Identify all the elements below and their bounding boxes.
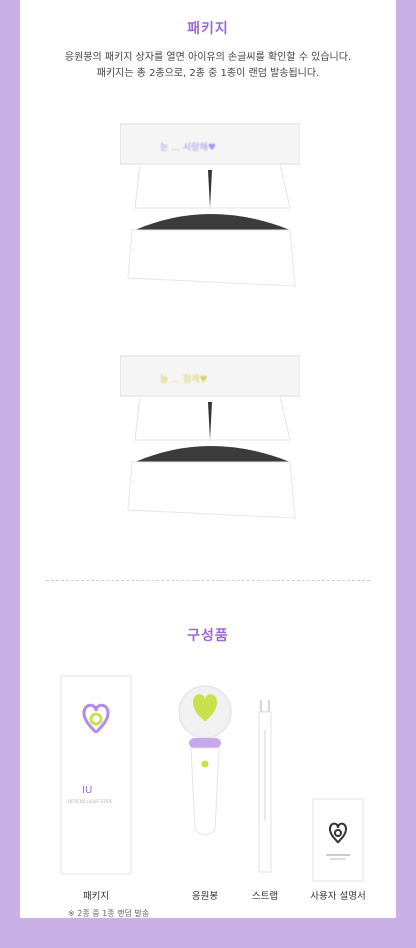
random-shipping-note: ※ 2종 중 1종 랜덤 발송 <box>68 909 150 918</box>
package-open-illustration-1: 눈 … 사랑해♥ <box>120 123 300 287</box>
strap-icon <box>258 700 272 873</box>
item-label-package: 패키지 <box>82 891 110 902</box>
section-title-components: 구성품 <box>187 628 229 644</box>
package-description-line1: 응원봉의 패키지 상자를 열면 아이유의 손글씨를 확인할 수 있습니다. <box>64 52 352 63</box>
package-open-illustration-2: 늘 … 함께♥ <box>120 355 300 519</box>
item-label-strap: 스트랩 <box>251 891 279 902</box>
box-brand-text: IU <box>82 785 92 796</box>
section-title-package: 패키지 <box>187 21 229 37</box>
item-label-manual: 사용자 설명서 <box>310 891 366 902</box>
content-sheet: 패키지 응원봉의 패키지 상자를 열면 아이유의 손글씨를 확인할 수 있습니다… <box>20 0 396 918</box>
svg-text:늘 … 함께♥: 늘 … 함께♥ <box>160 374 208 385</box>
section-divider <box>46 580 370 581</box>
package-box-icon: IU OFFICIAL LIGHT STICK <box>60 675 132 875</box>
manual-icon <box>312 798 364 882</box>
package-description-line2: 패키지는 총 2종으로, 2종 중 1종이 랜덤 발송됩니다. <box>96 68 320 79</box>
package-description: 응원봉의 패키지 상자를 열면 아이유의 손글씨를 확인할 수 있습니다. 패키… <box>20 50 396 82</box>
lightstick-icon <box>178 685 232 836</box>
box-subtext: OFFICIAL LIGHT STICK <box>68 799 112 804</box>
svg-text:눈 … 사랑해♥: 눈 … 사랑해♥ <box>160 141 216 153</box>
